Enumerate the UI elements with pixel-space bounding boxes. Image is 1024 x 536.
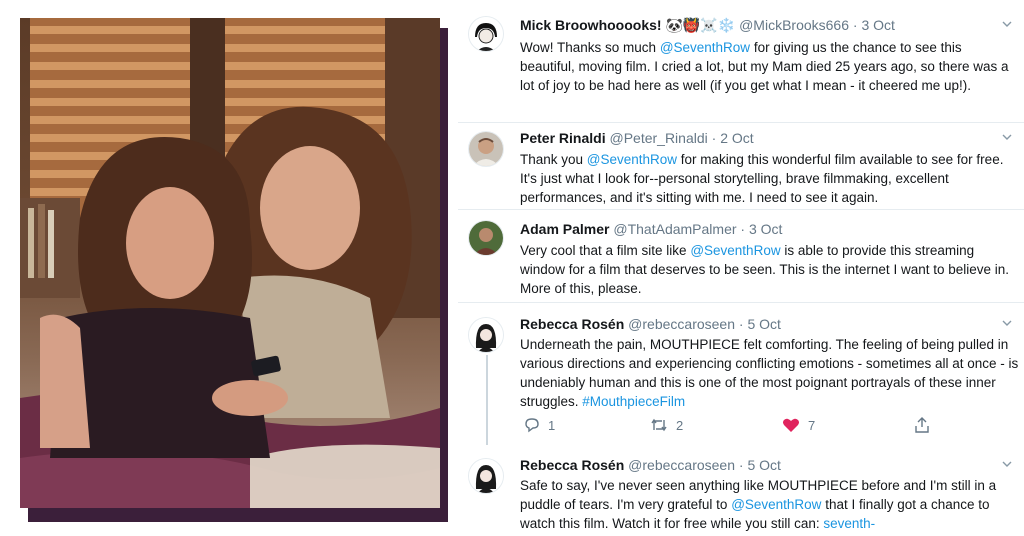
- tweet-date[interactable]: 3 Oct: [749, 221, 782, 237]
- tweet-date[interactable]: 5 Oct: [747, 457, 780, 473]
- reply-button[interactable]: 1: [524, 417, 555, 433]
- tweet-text: Safe to say, I've never seen anything li…: [520, 478, 997, 531]
- author-handle[interactable]: @rebeccaroseen: [628, 457, 735, 473]
- mention-link[interactable]: @SeventhRow: [690, 243, 780, 258]
- thread-line: [486, 355, 488, 445]
- share-icon: [915, 417, 929, 433]
- chevron-down-icon[interactable]: [1002, 20, 1012, 30]
- tweet-date[interactable]: 5 Oct: [747, 316, 780, 332]
- mention-link[interactable]: @SeventhRow: [587, 152, 677, 167]
- tweet-text: Very cool that a film site like @Seventh…: [520, 243, 1010, 296]
- chevron-down-icon[interactable]: [1002, 319, 1012, 329]
- person-avatar-icon: [469, 132, 503, 166]
- tweet-feed: Mick Broowhooooks! 🐼👹☠️❄️ @MickBrooks666…: [458, 0, 1024, 536]
- tweet-header: Mick Broowhooooks! 🐼👹☠️❄️ @MickBrooks666…: [520, 16, 895, 34]
- like-icon: [783, 418, 799, 432]
- avatar[interactable]: [468, 131, 504, 167]
- author-handle[interactable]: @rebeccaroseen: [628, 316, 735, 332]
- separator-dot: ·: [738, 457, 744, 473]
- avatar[interactable]: [468, 16, 504, 52]
- person-avatar-icon: [469, 221, 503, 255]
- avatar[interactable]: [468, 458, 504, 494]
- url-link[interactable]: seventh-: [823, 516, 875, 531]
- mention-link[interactable]: @SeventhRow: [660, 40, 750, 55]
- separator-dot: ·: [711, 130, 717, 146]
- retweet-icon: [651, 418, 667, 432]
- tweet-text: Underneath the pain, MOUTHPIECE felt com…: [520, 337, 1019, 409]
- film-still-image: [20, 18, 440, 508]
- tweet-header: Peter Rinaldi @Peter_Rinaldi · 2 Oct: [520, 129, 754, 147]
- retweet-count: 2: [676, 417, 684, 433]
- tweet-actions: 1 2 7: [520, 417, 960, 437]
- avatar[interactable]: [468, 317, 504, 353]
- separator-dot: ·: [740, 221, 746, 237]
- tweet-text: Thank you @SeventhRow for making this wo…: [520, 152, 1004, 205]
- share-button[interactable]: [914, 417, 930, 433]
- author-name[interactable]: Rebecca Rosén: [520, 316, 624, 332]
- author-name[interactable]: Adam Palmer: [520, 221, 609, 237]
- person-avatar-icon: [469, 459, 503, 493]
- author-name[interactable]: Mick Broowhooooks! 🐼👹☠️❄️: [520, 17, 735, 33]
- person-avatar-icon: [469, 318, 503, 352]
- author-name[interactable]: Peter Rinaldi: [520, 130, 606, 146]
- hashtag-link[interactable]: #MouthpieceFilm: [582, 394, 685, 409]
- avatar[interactable]: [468, 220, 504, 256]
- tweet-header: Rebecca Rosén @rebeccaroseen · 5 Oct: [520, 456, 781, 474]
- tweet-header: Adam Palmer @ThatAdamPalmer · 3 Oct: [520, 220, 782, 238]
- like-button[interactable]: 7: [782, 417, 815, 433]
- tweet[interactable]: Mick Broowhooooks! 🐼👹☠️❄️ @MickBrooks666…: [458, 0, 1024, 122]
- tweet[interactable]: Adam Palmer @ThatAdamPalmer · 3 Oct Very…: [458, 210, 1024, 302]
- author-name[interactable]: Rebecca Rosén: [520, 457, 624, 473]
- separator-dot: ·: [852, 17, 858, 33]
- tweet[interactable]: Rebecca Rosén @rebeccaroseen · 5 Oct Saf…: [458, 446, 1024, 536]
- retweet-button[interactable]: 2: [650, 417, 683, 433]
- author-handle[interactable]: @ThatAdamPalmer: [613, 221, 736, 237]
- like-count: 7: [808, 417, 816, 433]
- mention-link[interactable]: @SeventhRow: [731, 497, 821, 512]
- film-still: [20, 18, 450, 524]
- tweet[interactable]: Rebecca Rosén @rebeccaroseen · 5 Oct Und…: [458, 303, 1024, 446]
- chevron-down-icon[interactable]: [1002, 460, 1012, 470]
- tweet-date[interactable]: 3 Oct: [861, 17, 894, 33]
- chevron-down-icon[interactable]: [1002, 133, 1012, 143]
- tweet-date[interactable]: 2 Oct: [720, 130, 753, 146]
- separator-dot: ·: [738, 316, 744, 332]
- reply-count: 1: [548, 417, 556, 433]
- tweet-header: Rebecca Rosén @rebeccaroseen · 5 Oct: [520, 315, 781, 333]
- author-handle[interactable]: @MickBrooks666: [739, 17, 849, 33]
- person-avatar-icon: [469, 17, 503, 51]
- author-handle[interactable]: @Peter_Rinaldi: [609, 130, 707, 146]
- tweet[interactable]: Peter Rinaldi @Peter_Rinaldi · 2 Oct Tha…: [458, 123, 1024, 209]
- tweet-text: Wow! Thanks so much @SeventhRow for givi…: [520, 40, 1009, 93]
- reply-icon: [525, 418, 539, 433]
